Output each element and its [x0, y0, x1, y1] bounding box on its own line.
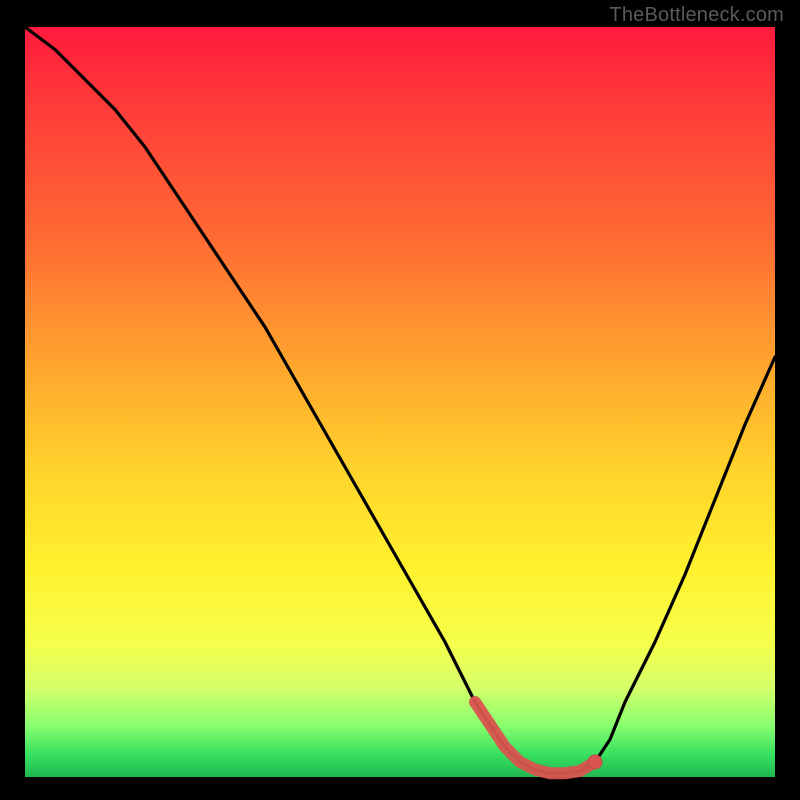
watermark-text: TheBottleneck.com — [609, 4, 784, 27]
chart-svg — [25, 27, 775, 777]
chart-plot-area — [25, 27, 775, 777]
optimal-range-highlight — [475, 702, 595, 773]
marker-dot — [588, 755, 602, 769]
bottleneck-curve — [25, 27, 775, 773]
chart-frame: TheBottleneck.com — [0, 0, 800, 800]
